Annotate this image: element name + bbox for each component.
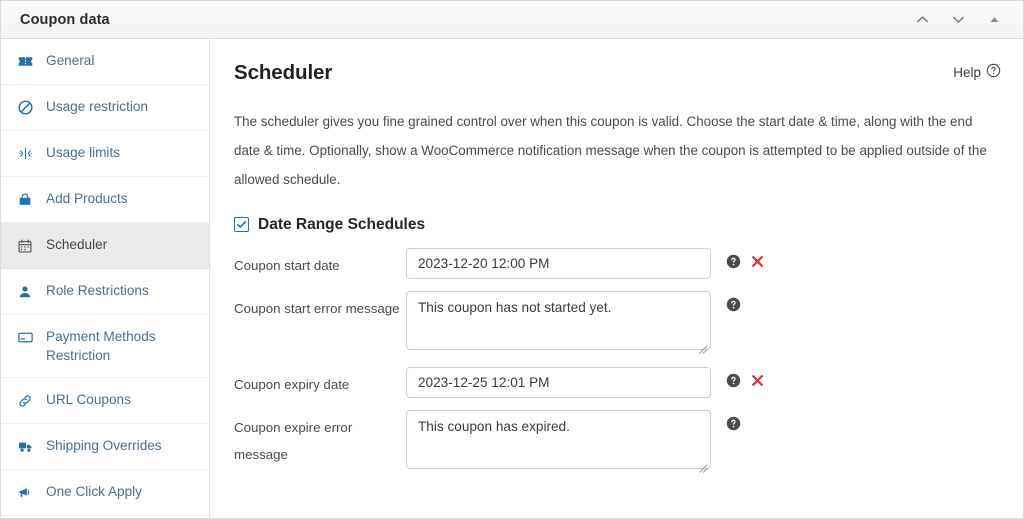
date-range-schedules-label: Date Range Schedules [258,215,426,233]
date-range-schedules-toggle[interactable]: Date Range Schedules [234,216,1001,234]
sidebar-item-usage-limits[interactable]: Usage limits [1,131,209,177]
sidebar-item-label: Add Products [46,191,128,206]
sidebar-item-usage-restriction[interactable]: Usage restriction [1,85,209,131]
page-title: Scheduler [234,61,333,84]
sidebar-item-label: Scheduler [46,237,108,252]
field-row-coupon-start-error-message: Coupon start error message [234,290,1001,355]
coupon-expire-error-message-input[interactable] [406,409,711,469]
sidebar-item-role-restrictions[interactable]: Role Restrictions [1,269,209,315]
coupon-expiry-date-input[interactable] [406,366,711,398]
field-row-coupon-start-date: Coupon start date [234,247,1001,279]
field-control [406,290,741,355]
field-row-coupon-expire-error-message: Coupon expire error message [234,409,1001,474]
panel-controls [911,9,1011,31]
link-icon [15,391,35,410]
panel-body: General Usage restriction Usage limits A… [1,39,1023,518]
calendar-icon [15,236,35,255]
help-tooltip-icon[interactable] [726,416,741,431]
sidebar-item-label: Usage limits [46,145,121,160]
help-tooltip-icon[interactable] [726,297,741,312]
sidebar-item-label: Payment Methods Restriction [46,329,156,363]
field-control [406,247,765,279]
sidebar-item-general[interactable]: General [1,39,209,85]
field-label: Coupon expiry date [234,376,350,392]
move-up-button[interactable] [911,9,933,31]
field-row-coupon-expiry-date: Coupon expiry date [234,366,1001,398]
field-actions [726,410,741,431]
field-control [406,409,741,474]
sidebar-item-label: Usage restriction [46,99,148,114]
help-link-label: Help [953,64,981,80]
sidebar-item-add-products[interactable]: Add Products [1,177,209,223]
megaphone-icon [15,483,35,502]
field-control [406,366,765,398]
sidebar-item-url-coupons[interactable]: URL Coupons [1,378,209,424]
field-label: Coupon expire error message [234,419,353,462]
help-tooltip-icon[interactable] [726,373,741,388]
coupon-data-sidebar: General Usage restriction Usage limits A… [1,39,210,518]
products-bag-icon [15,190,35,209]
panel-title: Coupon data [20,11,110,28]
sidebar-item-label: Role Restrictions [46,283,149,298]
sidebar-item-label: Shipping Overrides [46,438,162,453]
clear-date-button[interactable] [750,373,765,388]
credit-card-icon [15,328,35,347]
coupon-data-panel: Coupon data General Usage restriction Us… [0,0,1024,519]
field-actions [726,367,765,388]
textarea-holder [406,290,711,355]
clear-date-button[interactable] [750,254,765,269]
panel-titlebar: Coupon data [1,1,1023,39]
scheduler-description: The scheduler gives you fine grained con… [234,113,987,187]
field-actions [726,291,741,312]
sidebar-item-shipping-overrides[interactable]: Shipping Overrides [1,424,209,470]
sidebar-item-label: General [46,53,95,68]
field-actions [726,248,765,269]
sidebar-item-label: One Click Apply [46,484,142,499]
move-down-button[interactable] [947,9,969,31]
sidebar-item-label: URL Coupons [46,392,131,407]
usage-limits-icon [15,144,35,163]
user-icon [15,282,35,301]
date-range-schedules-checkbox[interactable] [234,217,249,233]
scheduler-content: Scheduler Help The scheduler gives you f… [210,39,1023,518]
help-circle-icon [986,63,1001,81]
collapse-panel-toggle[interactable] [983,9,1005,31]
field-label: Coupon start date [234,257,340,273]
textarea-holder [406,409,711,474]
scheduler-form: Coupon start date 2023-12-20 12:00 PM Co… [234,247,1001,474]
field-label: Coupon start error message [234,300,400,316]
coupon-start-date-input[interactable] [406,247,711,279]
sidebar-item-scheduler[interactable]: Scheduler [1,223,209,269]
shipping-truck-icon [15,437,35,456]
no-entry-icon [15,98,35,117]
content-header: Scheduler Help [234,61,1001,86]
sidebar-item-payment-methods-restriction[interactable]: Payment Methods Restriction [1,315,209,378]
coupon-start-error-message-input[interactable] [406,290,711,350]
help-tooltip-icon[interactable] [726,254,741,269]
sidebar-item-one-click-apply[interactable]: One Click Apply [1,470,209,516]
ticket-icon [15,52,35,71]
help-link[interactable]: Help [953,63,1001,81]
